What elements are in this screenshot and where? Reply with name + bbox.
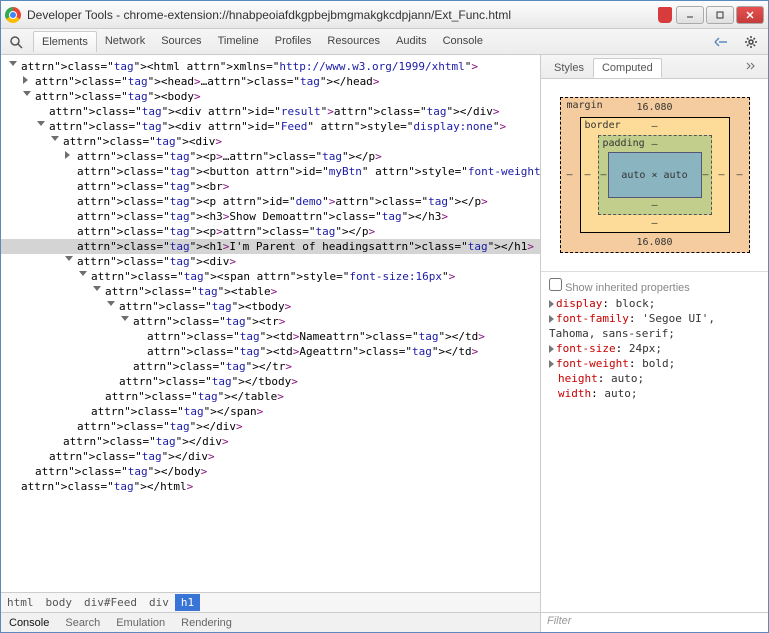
panel-tabs: ElementsNetworkSourcesTimelineProfilesRe… xyxy=(33,31,491,52)
dom-line[interactable]: attrn">class="tag"><p>…attrn">class="tag… xyxy=(1,149,540,164)
box-model-diagram[interactable]: margin 16.080 16.080 – – border – – – – xyxy=(541,79,768,272)
border-top-value: – xyxy=(651,121,657,132)
show-inherited-input[interactable] xyxy=(549,278,562,291)
panel-tab-console[interactable]: Console xyxy=(435,31,491,52)
chrome-icon xyxy=(5,7,21,23)
border-label: border xyxy=(585,120,621,131)
dom-line[interactable]: attrn">class="tag"><table> xyxy=(1,284,540,299)
dom-line[interactable]: attrn">class="tag"><div attrn">id="resul… xyxy=(1,104,540,119)
breadcrumb-item[interactable]: html xyxy=(1,594,40,611)
margin-top-value: 16.080 xyxy=(636,102,672,113)
border-left-value: – xyxy=(585,170,591,181)
main-toolbar: ElementsNetworkSourcesTimelineProfilesRe… xyxy=(1,29,768,55)
drawer-tab-console[interactable]: Console xyxy=(1,615,57,631)
dom-line[interactable]: attrn">class="tag"><td>Ageattrn">class="… xyxy=(1,344,540,359)
computed-property[interactable]: font-weight: bold; xyxy=(549,356,760,371)
inspect-icon[interactable] xyxy=(5,32,27,52)
padding-right-value: – xyxy=(702,170,708,181)
drawer-tab-rendering[interactable]: Rendering xyxy=(173,615,240,631)
dom-line[interactable]: attrn">class="tag"><h1>I'm Parent of hea… xyxy=(1,239,540,254)
border-right-value: – xyxy=(718,170,724,181)
margin-left-value: – xyxy=(567,170,573,181)
drawer-tab-emulation[interactable]: Emulation xyxy=(108,615,173,631)
dom-line[interactable]: attrn">class="tag"><div attrn">id="Feed"… xyxy=(1,119,540,134)
breadcrumb-item[interactable]: div#Feed xyxy=(78,594,143,611)
dom-line[interactable]: attrn">class="tag"></body> xyxy=(1,464,540,479)
drawer-tab-search[interactable]: Search xyxy=(57,615,108,631)
sidebar-panel: StylesComputed margin 16.080 16.080 – – … xyxy=(541,55,768,632)
drawer-toggle-icon[interactable] xyxy=(710,32,732,52)
breadcrumb-item[interactable]: div xyxy=(143,594,175,611)
elements-panel: attrn">class="tag"><html attrn">xmlns="h… xyxy=(1,55,541,632)
margin-bottom-value: 16.080 xyxy=(636,237,672,248)
panel-tab-timeline[interactable]: Timeline xyxy=(210,31,267,52)
dom-line[interactable]: attrn">class="tag"></span> xyxy=(1,404,540,419)
panel-tab-elements[interactable]: Elements xyxy=(33,31,97,52)
computed-property[interactable]: display: block; xyxy=(549,296,760,311)
dom-line[interactable]: attrn">class="tag"></div> xyxy=(1,419,540,434)
dom-line[interactable]: attrn">class="tag"><button attrn">id="my… xyxy=(1,164,540,179)
shield-icon xyxy=(658,7,672,23)
padding-bottom-value: – xyxy=(651,200,657,211)
close-button[interactable] xyxy=(736,6,764,24)
filter-input[interactable]: Filter xyxy=(541,612,768,632)
dom-line[interactable]: attrn">class="tag"></tr> xyxy=(1,359,540,374)
minimize-button[interactable] xyxy=(676,6,704,24)
breadcrumb-item[interactable]: body xyxy=(40,594,79,611)
maximize-button[interactable] xyxy=(706,6,734,24)
dom-line[interactable]: attrn">class="tag"><p attrn">id="demo">a… xyxy=(1,194,540,209)
dom-line[interactable]: attrn">class="tag"><div> xyxy=(1,254,540,269)
dom-line[interactable]: attrn">class="tag"></div> xyxy=(1,434,540,449)
drawer-tabs: ConsoleSearchEmulationRendering xyxy=(1,612,540,632)
dom-line[interactable]: attrn">class="tag"></tbody> xyxy=(1,374,540,389)
dom-line[interactable]: attrn">class="tag"><div> xyxy=(1,134,540,149)
breadcrumb-item[interactable]: h1 xyxy=(175,594,200,611)
dom-line[interactable]: attrn">class="tag"><tbody> xyxy=(1,299,540,314)
computed-properties-list: Show inherited properties display: block… xyxy=(541,272,768,407)
window-controls xyxy=(676,6,764,24)
panel-tab-resources[interactable]: Resources xyxy=(319,31,388,52)
show-inherited-checkbox[interactable]: Show inherited properties xyxy=(549,282,690,294)
panel-tab-audits[interactable]: Audits xyxy=(388,31,435,52)
computed-property[interactable]: width: auto; xyxy=(549,386,760,401)
panel-tab-sources[interactable]: Sources xyxy=(153,31,209,52)
breadcrumb: htmlbodydiv#Feeddivh1 xyxy=(1,592,540,612)
dom-line[interactable]: attrn">class="tag"></html> xyxy=(1,479,540,494)
sidebar-tabs: StylesComputed xyxy=(541,55,768,79)
dom-line[interactable]: attrn">class="tag"><p>attrn">class="tag"… xyxy=(1,224,540,239)
panel-tab-network[interactable]: Network xyxy=(97,31,153,52)
margin-right-value: – xyxy=(736,170,742,181)
dom-line[interactable]: attrn">class="tag"><br> xyxy=(1,179,540,194)
devtools-window: Developer Tools - chrome-extension://hna… xyxy=(0,0,769,633)
computed-property[interactable]: font-family: 'Segoe UI', Tahoma, sans-se… xyxy=(549,311,760,341)
margin-label: margin xyxy=(567,100,603,111)
sidebar-tab-computed[interactable]: Computed xyxy=(593,58,662,78)
dom-line[interactable]: attrn">class="tag"></table> xyxy=(1,389,540,404)
border-bottom-value: – xyxy=(651,218,657,229)
dom-line[interactable]: attrn">class="tag"><span attrn">style="f… xyxy=(1,269,540,284)
padding-top-value: – xyxy=(651,139,657,150)
computed-property[interactable]: font-size: 24px; xyxy=(549,341,760,356)
dom-line[interactable]: attrn">class="tag"><html attrn">xmlns="h… xyxy=(1,59,540,74)
padding-label: padding xyxy=(603,138,645,149)
computed-property[interactable]: height: auto; xyxy=(549,371,760,386)
titlebar: Developer Tools - chrome-extension://hna… xyxy=(1,1,768,29)
settings-gear-icon[interactable] xyxy=(740,32,762,52)
dom-line[interactable]: attrn">class="tag"><h3>Show Demoattrn">c… xyxy=(1,209,540,224)
main-area: attrn">class="tag"><html attrn">xmlns="h… xyxy=(1,55,768,632)
dom-line[interactable]: attrn">class="tag"></div> xyxy=(1,449,540,464)
window-title: Developer Tools - chrome-extension://hna… xyxy=(27,8,658,22)
dom-line[interactable]: attrn">class="tag"><head>…attrn">class="… xyxy=(1,74,540,89)
chevron-right-icon[interactable] xyxy=(740,56,762,76)
padding-left-value: – xyxy=(601,170,607,181)
sidebar-tab-styles[interactable]: Styles xyxy=(545,58,593,78)
dom-line[interactable]: attrn">class="tag"><body> xyxy=(1,89,540,104)
dom-tree[interactable]: attrn">class="tag"><html attrn">xmlns="h… xyxy=(1,55,540,592)
content-value: auto × auto xyxy=(621,170,687,181)
panel-tab-profiles[interactable]: Profiles xyxy=(267,31,320,52)
dom-line[interactable]: attrn">class="tag"><tr> xyxy=(1,314,540,329)
dom-line[interactable]: attrn">class="tag"><td>Nameattrn">class=… xyxy=(1,329,540,344)
